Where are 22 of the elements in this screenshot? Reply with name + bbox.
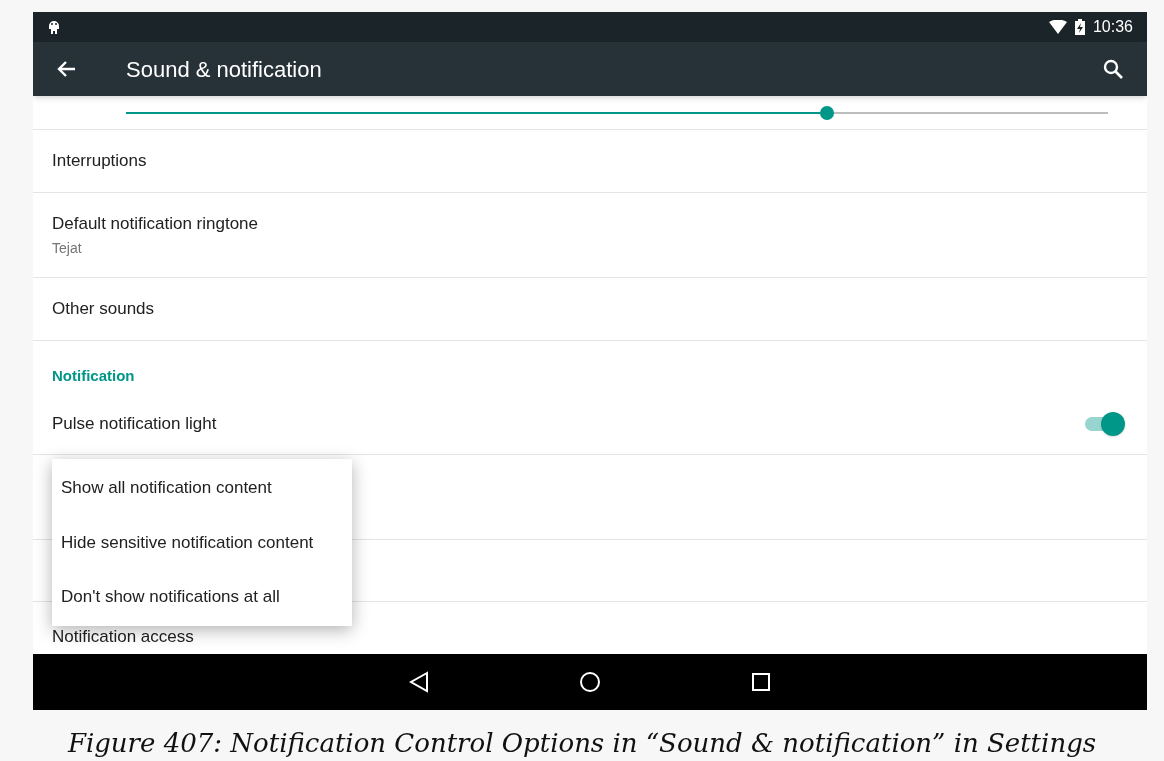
section-header: Notification	[52, 365, 135, 386]
setting-title[interactable]: Pulse notification light	[52, 410, 1083, 437]
home-nav-button[interactable]	[579, 671, 601, 693]
setting-title[interactable]: Notification access	[52, 624, 1128, 650]
wifi-icon	[1048, 20, 1067, 34]
android-icon	[47, 19, 61, 35]
figure-caption: Figure 407: Notification Control Options in “Sound & notification” in Settings	[66, 727, 1098, 760]
setting-summary: Tejat	[52, 239, 83, 259]
menu-item[interactable]: Show all notification content	[52, 475, 352, 501]
recents-nav-button[interactable]	[751, 672, 771, 692]
setting-title[interactable]: Interruptions	[52, 148, 1128, 174]
battery-icon	[1074, 19, 1085, 35]
menu-item[interactable]: Hide sensitive notification content	[52, 529, 352, 556]
setting-title[interactable]: Other sounds	[52, 296, 1128, 322]
back-nav-button[interactable]	[409, 671, 429, 693]
setting-title[interactable]: Default notification ringtone	[52, 210, 1128, 237]
menu-item[interactable]: Don't show notifications at all	[52, 584, 352, 610]
toggle-switch[interactable]	[1083, 411, 1125, 436]
volume-slider[interactable]	[126, 105, 1108, 120]
status-time: 10:36	[1092, 17, 1133, 37]
toolbar-title: Sound & notification	[126, 55, 323, 84]
search-button[interactable]	[1101, 57, 1125, 81]
